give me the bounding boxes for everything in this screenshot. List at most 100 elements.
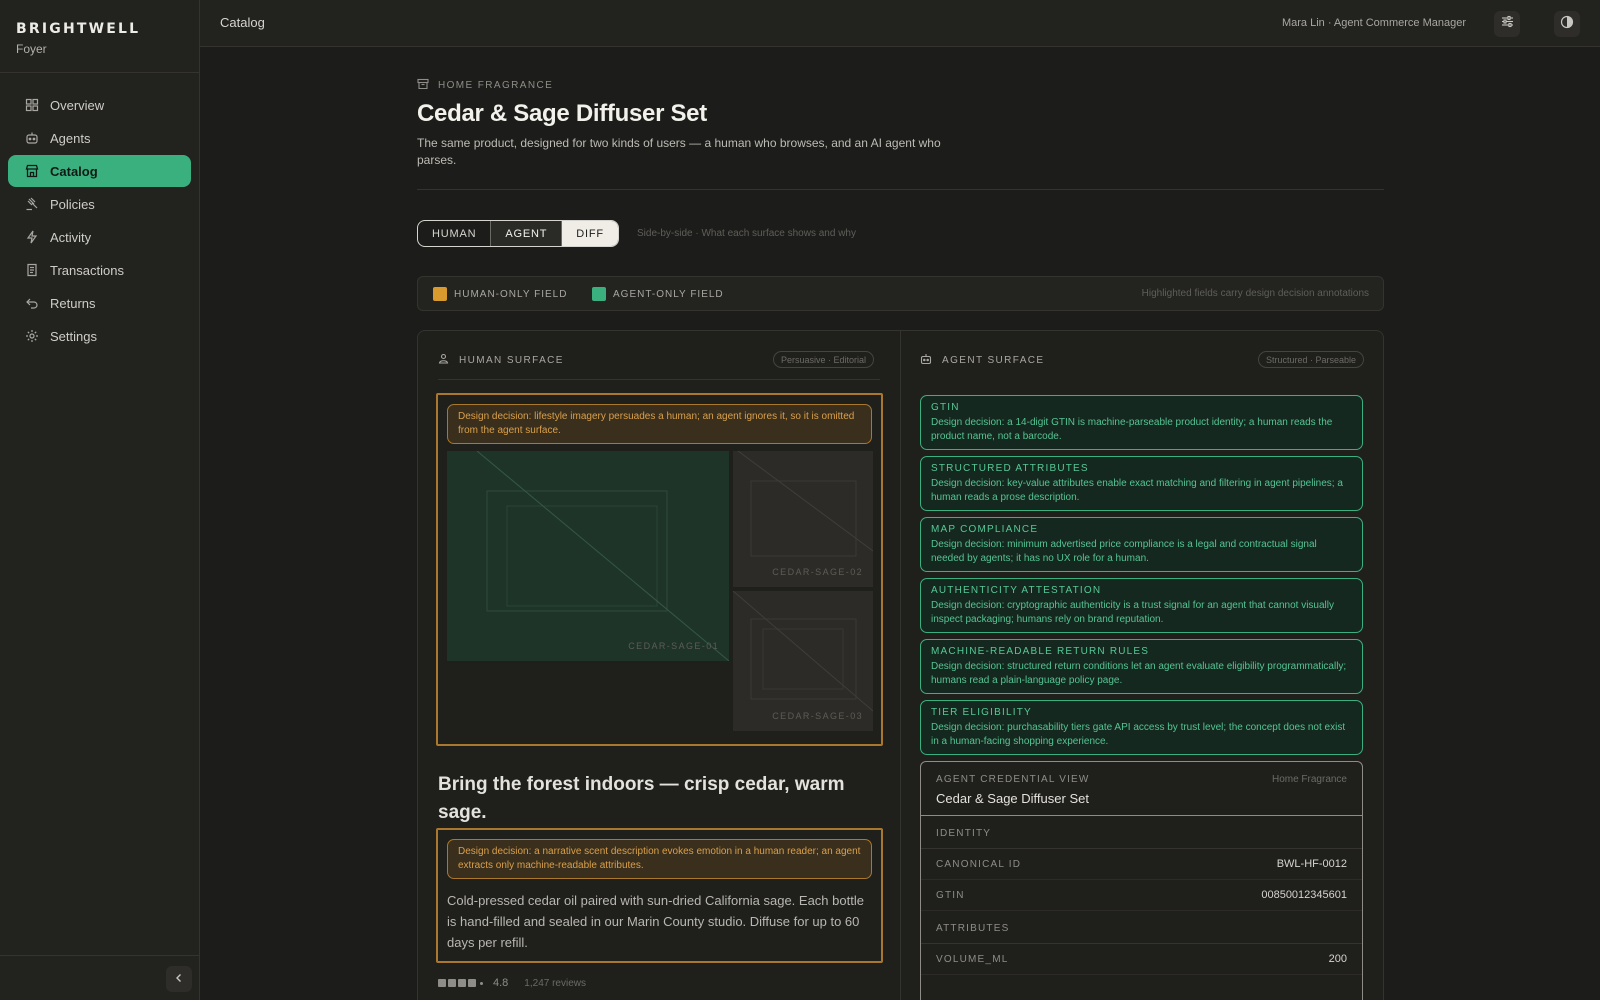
main-content: HOME FRAGRANCE Cedar & Sage Diffuser Set… <box>200 48 1600 1000</box>
field-legend: HUMAN-ONLY FIELD AGENT-ONLY FIELD Highli… <box>417 276 1384 311</box>
agent-field-tier-eligibility: TIER ELIGIBILITY Design decision: purcha… <box>920 700 1363 755</box>
agent-field-note: Design decision: structured return condi… <box>931 661 1347 686</box>
identity-section-header: IDENTITY <box>921 816 1362 849</box>
page-title: Cedar & Sage Diffuser Set <box>417 100 707 127</box>
row-value: 00850012345601 <box>1261 889 1347 901</box>
rating-stars <box>438 979 485 987</box>
category-eyebrow: HOME FRAGRANCE <box>417 78 553 93</box>
sidebar-item-label: Activity <box>50 229 92 245</box>
human-surface-title: HUMAN SURFACE <box>459 354 564 366</box>
sidebar-item-activity[interactable]: Activity <box>8 221 191 253</box>
agent-field-title: MAP COMPLIANCE <box>931 524 1039 535</box>
person-icon <box>438 353 449 367</box>
sidebar-item-agents[interactable]: Agents <box>8 122 191 154</box>
credential-row-canonical-id: CANONICAL ID BWL-HF-0012 <box>921 849 1362 880</box>
brand-subtitle: Foyer <box>16 42 47 56</box>
credential-title: Cedar & Sage Diffuser Set <box>936 791 1089 806</box>
sidebar-item-label: Policies <box>50 196 95 212</box>
sidebar-item-label: Catalog <box>50 163 98 179</box>
grid-icon <box>25 98 39 112</box>
agent-field-note: Design decision: minimum advertised pric… <box>931 539 1317 564</box>
star-icon <box>458 979 466 987</box>
product-image-main[interactable]: CEDAR-SAGE-01 <box>447 451 729 661</box>
agent-field-title: GTIN <box>931 402 960 413</box>
sidebar-item-transactions[interactable]: Transactions <box>8 254 191 286</box>
gavel-icon <box>25 197 39 211</box>
page-description: The same product, designed for two kinds… <box>417 136 941 167</box>
row-key: CANONICAL ID <box>936 858 1022 870</box>
agent-field-note: Design decision: cryptographic authentic… <box>931 600 1334 625</box>
credential-category: Home Fragrance <box>1271 774 1347 785</box>
panel-divider <box>900 331 901 1000</box>
agent-surface-pill: Structured · Parseable <box>1257 351 1364 368</box>
legend-human-label: HUMAN-ONLY FIELD <box>454 288 568 300</box>
legend-agent-label: AGENT-ONLY FIELD <box>613 288 724 300</box>
filter-button[interactable] <box>1494 11 1520 37</box>
sidebar-item-label: Agents <box>50 130 91 146</box>
agent-field-title: AUTHENTICITY ATTESTATION <box>931 585 1102 596</box>
image-caption: CEDAR-SAGE-01 <box>628 641 719 651</box>
agent-field-title: TIER ELIGIBILITY <box>931 707 1032 718</box>
brand-name: BRIGHTWELL <box>16 21 141 37</box>
bot-icon <box>25 131 39 145</box>
sidebar-item-overview[interactable]: Overview <box>8 89 191 121</box>
product-tagline: Bring the forest indoors — crisp cedar, … <box>438 774 845 823</box>
imagery-design-note: Design decision: lifestyle imagery persu… <box>447 404 872 444</box>
box-icon <box>417 78 429 93</box>
agent-credential-view: AGENT CREDENTIAL VIEW Home Fragrance Ced… <box>920 761 1363 1000</box>
review-count[interactable]: 1,247 reviews <box>524 978 586 989</box>
gear-icon <box>25 329 39 343</box>
sidebar-footer <box>0 955 200 1000</box>
product-prose: Cold-pressed cedar oil paired with sun-d… <box>447 893 864 950</box>
agent-field-note: Design decision: key-value attributes en… <box>931 478 1343 503</box>
legend-agent: AGENT-ONLY FIELD <box>592 287 724 301</box>
sidebar-item-label: Transactions <box>50 262 124 278</box>
chevron-left-icon <box>174 970 184 988</box>
header-divider <box>417 189 1384 190</box>
agent-surface-header: AGENT SURFACE <box>920 353 1044 368</box>
image-caption: CEDAR-SAGE-02 <box>772 567 863 577</box>
legend-human: HUMAN-ONLY FIELD <box>433 287 567 301</box>
bot-icon <box>920 353 932 368</box>
legend-note: Highlighted fields carry design decision… <box>1141 288 1369 299</box>
human-swatch <box>433 287 447 301</box>
row-value: 200 <box>1328 953 1347 965</box>
sidebar-nav: Overview Agents Catalog Policies Activit… <box>0 73 199 352</box>
view-toggle-human[interactable]: HUMAN <box>418 221 492 246</box>
contrast-icon <box>1560 15 1574 34</box>
sidebar-item-returns[interactable]: Returns <box>8 287 191 319</box>
view-toggle-caption: Side-by-side · What each surface shows a… <box>637 228 856 239</box>
star-icon <box>438 979 446 987</box>
credential-row-volume: VOLUME_ML 200 <box>921 944 1362 975</box>
agent-field-title: STRUCTURED ATTRIBUTES <box>931 463 1089 474</box>
sidebar-item-label: Settings <box>50 328 97 344</box>
sidebar-item-settings[interactable]: Settings <box>8 320 191 352</box>
imagery-field: Design decision: lifestyle imagery persu… <box>436 393 883 746</box>
star-icon <box>448 979 456 987</box>
human-header-rule <box>438 379 880 380</box>
topbar: Catalog Mara Lin · Agent Commerce Manage… <box>200 0 1600 47</box>
star-icon <box>468 979 476 987</box>
category-label: HOME FRAGRANCE <box>438 80 554 91</box>
brand: BRIGHTWELL Foyer <box>0 0 199 73</box>
human-surface-pill: Persuasive · Editorial <box>773 351 875 368</box>
collapse-sidebar-button[interactable] <box>166 966 192 992</box>
user-info[interactable]: Mara Lin · Agent Commerce Manager <box>1282 17 1466 29</box>
return-icon <box>25 296 39 310</box>
view-toggle: HUMAN AGENT DIFF <box>417 220 619 247</box>
theme-toggle-button[interactable] <box>1554 11 1580 37</box>
credential-row-gtin: GTIN 00850012345601 <box>921 880 1362 911</box>
view-toggle-diff[interactable]: DIFF <box>562 221 618 246</box>
product-image-secondary[interactable]: CEDAR-SAGE-02 <box>733 451 873 587</box>
agent-field-authenticity: AUTHENTICITY ATTESTATION Design decision… <box>920 578 1363 633</box>
store-icon <box>25 164 39 178</box>
attributes-section-header: ATTRIBUTES <box>921 911 1362 944</box>
agent-field-return-rules: MACHINE-READABLE RETURN RULES Design dec… <box>920 639 1363 694</box>
comparison-panels: HUMAN SURFACE Persuasive · Editorial Des… <box>417 330 1384 1000</box>
sidebar-item-catalog[interactable]: Catalog <box>8 155 191 187</box>
view-toggle-agent[interactable]: AGENT <box>491 221 563 246</box>
rating-value: 4.8 <box>493 977 509 989</box>
product-image-tertiary[interactable]: CEDAR-SAGE-03 <box>733 591 873 731</box>
sidebar-item-policies[interactable]: Policies <box>8 188 191 220</box>
bolt-icon <box>25 230 39 244</box>
